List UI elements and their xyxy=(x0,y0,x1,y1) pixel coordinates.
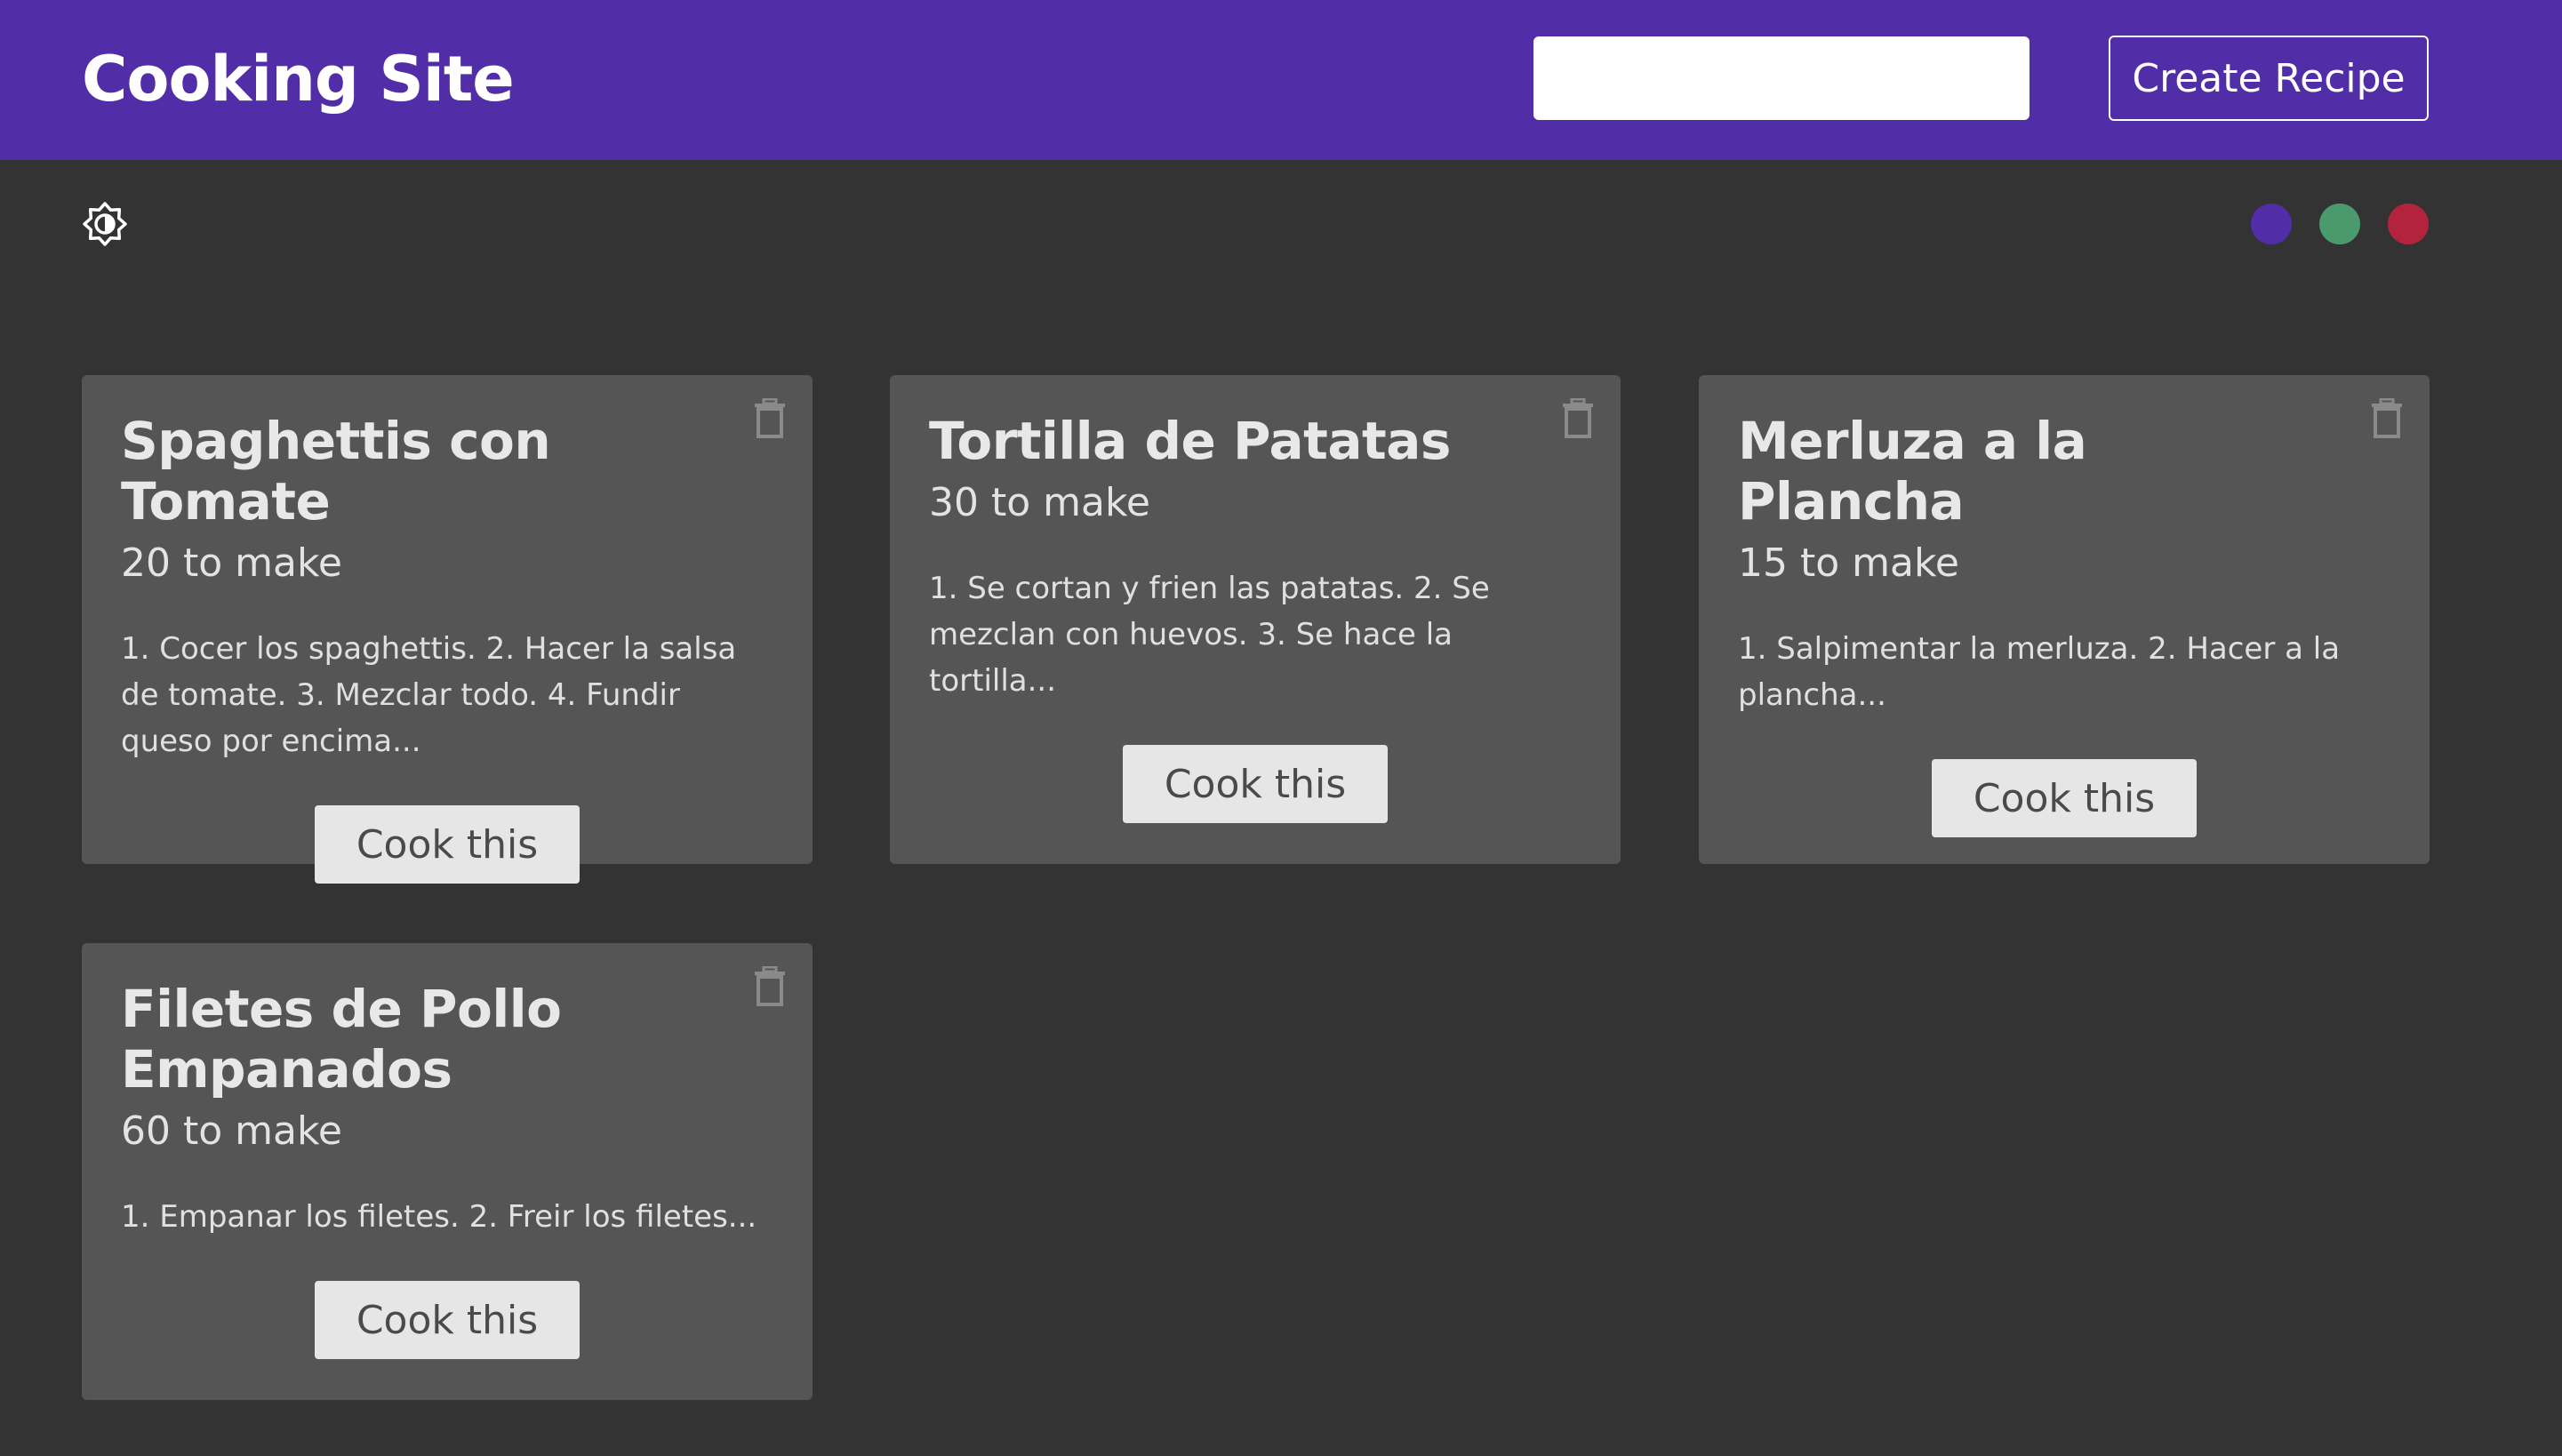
swatch-green[interactable] xyxy=(2319,204,2360,244)
recipe-title: Filetes de Pollo Empanados xyxy=(121,979,562,1100)
recipe-description: 1. Cocer los spaghettis. 2. Hacer la sal… xyxy=(121,631,737,759)
recipe-description: 1. Salpimentar la merluza. 2. Hacer a la… xyxy=(1738,631,2341,713)
cook-this-button[interactable]: Cook this xyxy=(315,1281,580,1359)
swatch-purple[interactable] xyxy=(2251,204,2292,244)
search-input[interactable] xyxy=(1533,36,2030,120)
trash-icon[interactable] xyxy=(1562,397,1594,439)
trash-icon[interactable] xyxy=(754,397,786,439)
recipe-card: Tortilla de Patatas 30 to make 1. Se cor… xyxy=(890,375,1621,864)
recipe-title: Tortilla de Patatas xyxy=(929,411,1451,471)
swatch-red[interactable] xyxy=(2388,204,2429,244)
recipe-time: 15 to make xyxy=(1738,540,1959,586)
recipe-title: Merluza a la Plancha xyxy=(1738,411,2087,532)
theme-brightness-icon[interactable] xyxy=(82,201,128,247)
recipe-card: Merluza a la Plancha 15 to make 1. Salpi… xyxy=(1699,375,2430,864)
recipe-time: 30 to make xyxy=(929,480,1150,525)
create-recipe-button[interactable]: Create Recipe xyxy=(2109,36,2429,121)
recipe-card: Spaghettis con Tomate 20 to make 1. Coce… xyxy=(82,375,813,884)
cook-this-button[interactable]: Cook this xyxy=(1932,759,2197,837)
theme-color-swatches xyxy=(2251,204,2429,244)
trash-icon[interactable] xyxy=(2371,397,2403,439)
recipe-description: 1. Se cortan y frien las patatas. 2. Se … xyxy=(929,571,1490,699)
recipe-card: Filetes de Pollo Empanados 60 to make 1.… xyxy=(82,943,813,1400)
site-title[interactable]: Cooking Site xyxy=(82,39,515,119)
recipe-title: Spaghettis con Tomate xyxy=(121,411,551,532)
cook-this-button[interactable]: Cook this xyxy=(315,805,580,884)
cook-this-button[interactable]: Cook this xyxy=(1123,745,1388,823)
recipe-time: 60 to make xyxy=(121,1108,342,1154)
recipe-time: 20 to make xyxy=(121,540,342,586)
navbar: Cooking Site Create Recipe xyxy=(0,0,2562,160)
recipe-description: 1. Empanar los filetes. 2. Freir los fil… xyxy=(121,1199,757,1235)
trash-icon[interactable] xyxy=(754,965,786,1007)
